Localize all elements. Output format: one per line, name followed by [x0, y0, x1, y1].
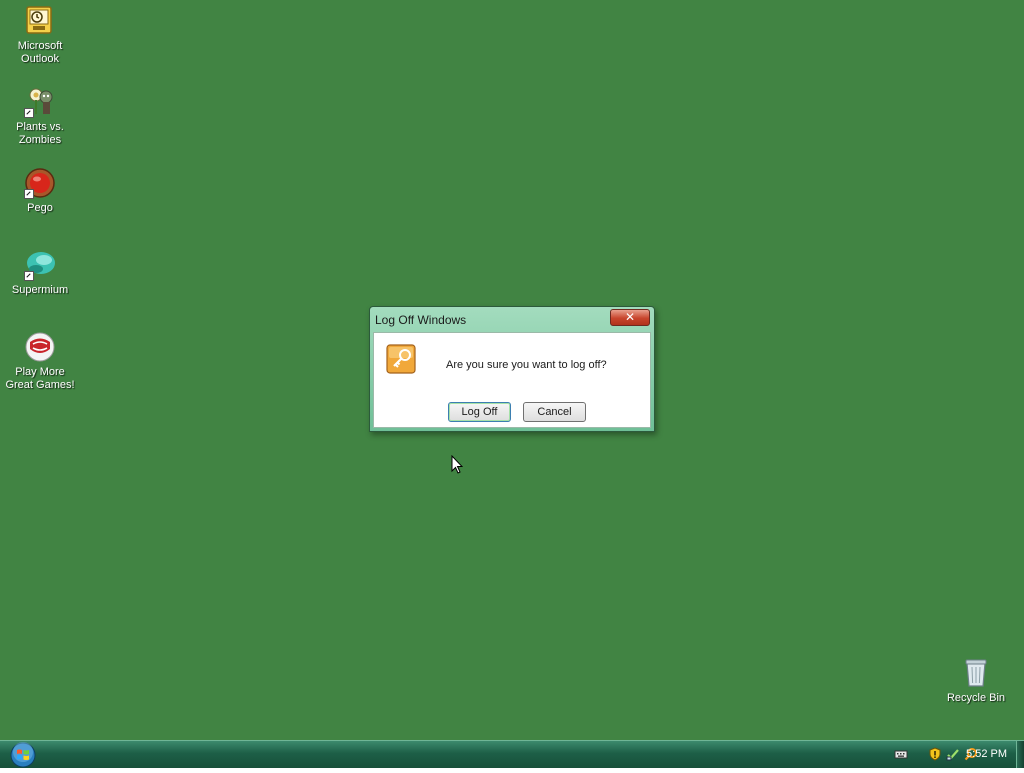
supermium-icon [24, 249, 56, 281]
desktop-icon-outlook[interactable]: Microsoft Outlook [0, 5, 80, 66]
show-desktop-button[interactable] [1016, 741, 1024, 768]
desktop-icon-label: Recycle Bin [946, 692, 1006, 704]
log-off-dialog: Log Off Windows ✕ Are you sure you want … [369, 306, 655, 432]
mouse-cursor-icon [451, 454, 464, 474]
popcap-games-icon [24, 331, 56, 363]
desktop-icon-label: Supermium [11, 284, 69, 296]
key-icon [386, 344, 416, 374]
close-icon: ✕ [624, 310, 636, 324]
shortcut-arrow-icon [24, 189, 34, 199]
desktop-icon-popcap-games[interactable]: Play More Great Games! [0, 331, 80, 392]
desktop-icon-pego[interactable]: Pego [0, 167, 80, 215]
close-button[interactable]: ✕ [610, 309, 650, 326]
pego-icon [24, 167, 56, 199]
shortcut-arrow-icon [24, 108, 34, 118]
desktop-icon-recycle-bin[interactable]: Recycle Bin [936, 657, 1016, 705]
dialog-title: Log Off Windows [375, 313, 467, 327]
desktop-icon-label: Plants vs. Zombies [16, 121, 64, 146]
dialog-message: Are you sure you want to log off? [446, 359, 607, 371]
desktop: Microsoft Outlook Plants vs. Zombies Peg… [0, 0, 1024, 740]
dialog-body: Are you sure you want to log off? Log Of… [373, 332, 651, 428]
outlook-icon [24, 5, 56, 37]
keyboard-icon[interactable] [894, 747, 908, 761]
desktop-icon-supermium[interactable]: Supermium [0, 249, 80, 297]
cancel-button[interactable]: Cancel [523, 402, 586, 422]
system-tray: 5:52 PM [854, 741, 1024, 768]
windows-start-orb-icon[interactable] [10, 742, 36, 768]
desktop-icon-label: Pego [27, 202, 53, 214]
recycle-bin-icon [960, 657, 992, 689]
desktop-icon-label: Microsoft Outlook [17, 40, 63, 65]
taskbar: 5:52 PM [0, 740, 1024, 768]
desktop-icon-plants-vs-zombies[interactable]: Plants vs. Zombies [0, 86, 80, 147]
security-shield-icon[interactable] [928, 747, 942, 761]
log-off-button[interactable]: Log Off [448, 402, 511, 422]
shortcut-arrow-icon [24, 271, 34, 281]
plants-vs-zombies-icon [24, 86, 56, 118]
taskbar-clock[interactable]: 5:52 PM [966, 748, 1007, 760]
dialog-titlebar[interactable]: Log Off Windows ✕ [370, 307, 654, 331]
network-icon[interactable] [946, 747, 960, 761]
desktop-icon-label: Play More Great Games! [5, 366, 75, 391]
